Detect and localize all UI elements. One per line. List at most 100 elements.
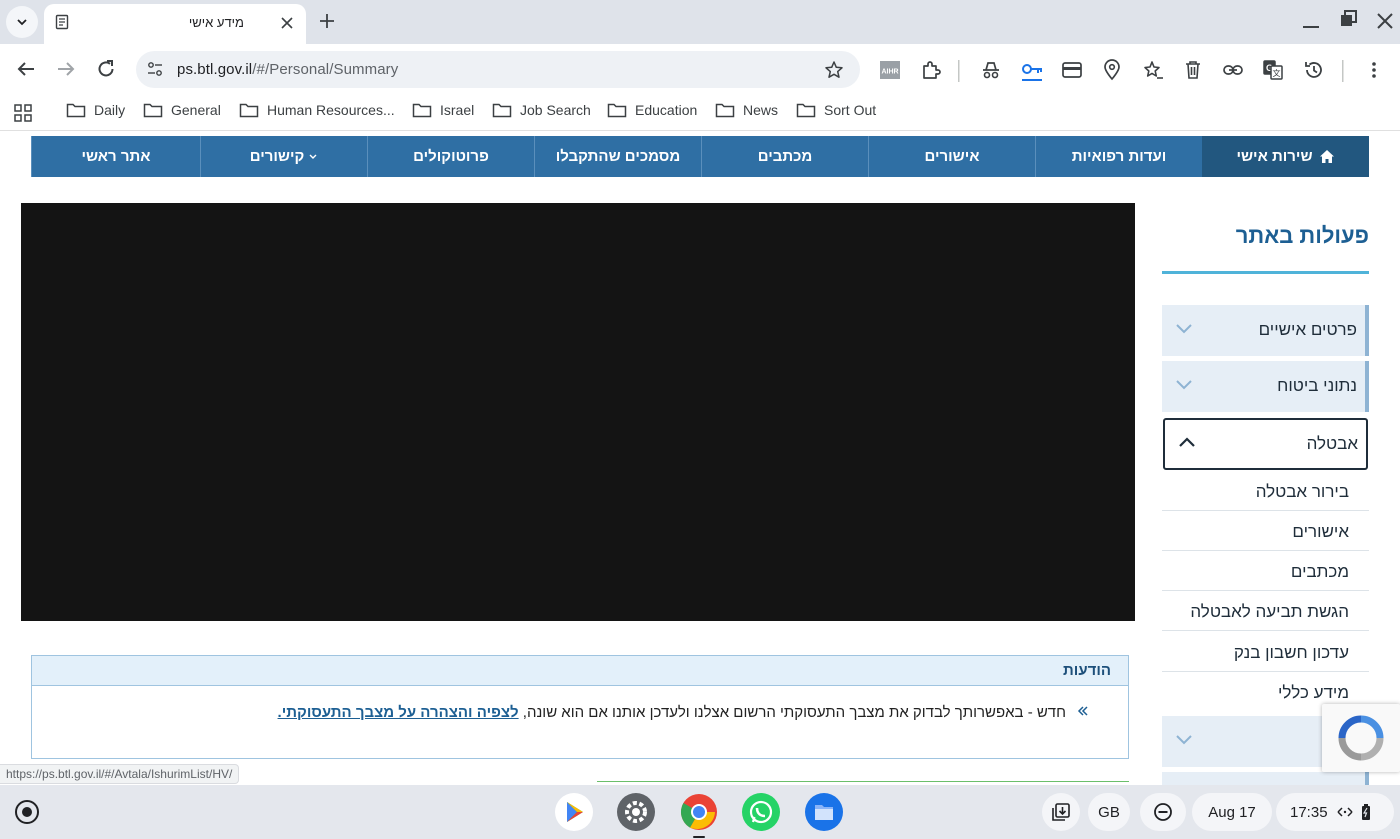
recaptcha-badge[interactable] [1322,704,1400,772]
chrome-icon[interactable] [680,793,718,838]
chevron-up-icon [1177,435,1197,454]
nav-received-documents[interactable]: מסמכים שהתקבלו [534,136,701,177]
settings-icon[interactable] [617,793,655,831]
bookmark-label: General [171,102,221,118]
toolbar-divider [958,60,960,87]
bookmark-folder[interactable]: News [715,102,778,118]
browser-tab[interactable]: מידע אישי [44,4,306,44]
whatsapp-icon[interactable] [742,793,780,831]
sidebar-section-insurance-data[interactable]: נתוני ביטוח [1162,361,1369,412]
card-icon[interactable] [1061,59,1083,86]
nav-label: פרוטוקולים [413,148,489,165]
site-settings-icon[interactable] [146,60,164,83]
minimize-icon[interactable] [1300,10,1322,37]
nav-main-site[interactable]: אתר ראשי [31,136,200,177]
sidebar-subitem[interactable]: עדכון חשבון בנק [1162,632,1369,672]
aihr-icon[interactable]: AIHR [880,61,900,84]
subitem-label: מידע כללי [1278,683,1349,702]
keyboard-layout-button[interactable]: GB [1088,793,1130,831]
folder-icon [239,103,259,118]
address-bar[interactable]: ps.btl.gov.il/#/Personal/Summary [136,51,860,88]
subitem-label: בירור אבטלה [1255,482,1349,501]
bookmark-folder[interactable]: Israel [412,102,474,118]
nav-medical-committees[interactable]: ועדות רפואיות [1035,136,1202,177]
forward-arrow-icon[interactable] [54,57,78,86]
key-icon[interactable] [1020,59,1044,86]
bookmark-folder[interactable]: Human Resources... [239,102,395,118]
sidebar-subitem[interactable]: אישורים [1162,511,1369,551]
nav-protocols[interactable]: פרוטוקולים [367,136,534,177]
network-icon [1337,807,1353,817]
section-label: אבטלה [1306,434,1358,453]
home-icon [1319,150,1334,163]
apps-grid-icon[interactable] [13,103,33,128]
history-icon[interactable] [1303,59,1325,86]
os-shelf: GB Aug 17 17:35 [0,785,1400,839]
incognito-icon[interactable] [980,59,1002,86]
toolbar-divider [1342,60,1344,87]
bookmark-label: News [743,102,779,118]
trash-icon[interactable] [1183,59,1203,86]
chevron-down-icon [1174,321,1194,340]
nav-approvals[interactable]: אישורים [868,136,1035,177]
sidebar-subitem[interactable]: הגשת תביעה לאבטלה [1162,591,1369,631]
subitem-label: אישורים [1292,522,1349,541]
restore-icon[interactable] [1338,8,1360,35]
do-not-disturb-icon[interactable] [1140,793,1186,831]
close-window-icon[interactable] [1374,10,1396,37]
running-indicator [693,836,705,838]
status-tray[interactable]: 17:35 [1276,793,1394,831]
files-icon[interactable] [805,793,843,831]
folder-icon [607,103,627,118]
close-tab-icon[interactable] [278,14,296,37]
nav-personal-service[interactable]: שירות אישי [1202,136,1369,177]
section-label: פרטים אישיים [1258,320,1357,339]
location-pin-icon[interactable] [1102,59,1122,86]
tab-search-button[interactable] [6,6,38,38]
bookmarks-bar: Daily General Human Resources... Israel … [0,94,1400,130]
launcher-icon[interactable] [15,800,39,824]
star-list-icon[interactable] [1142,59,1164,86]
battery-icon [1361,804,1370,820]
reload-icon[interactable] [94,57,118,86]
date-button[interactable]: Aug 17 [1192,793,1272,831]
nav-label: אתר ראשי [81,148,151,165]
notices-header: הודעות [32,656,1128,686]
translate-icon[interactable]: G文 [1262,59,1284,86]
employment-status-link[interactable]: לצפיה והצהרה על מצבך התעסוקתי. [278,704,519,721]
sidebar-section-unemployment[interactable]: אבטלה [1163,418,1368,470]
sidebar-subitem[interactable]: מכתבים [1162,551,1369,591]
section-label: נתוני ביטוח [1277,376,1357,395]
link-icon[interactable] [1222,59,1244,86]
nav-label: מסמכים שהתקבלו [555,148,681,165]
back-arrow-icon[interactable] [14,57,38,86]
video-player[interactable] [21,203,1135,621]
bookmark-folder[interactable]: Daily [66,102,125,118]
bookmark-star-icon[interactable] [824,60,844,85]
bookmark-folder[interactable]: Job Search [492,102,591,118]
nav-letters[interactable]: מכתבים [701,136,868,177]
play-store-icon[interactable] [555,793,593,831]
bookmark-folder[interactable]: General [143,102,221,118]
recaptcha-icon [1338,715,1384,761]
new-tab-icon[interactable] [316,10,338,37]
sidebar-section-collapsed[interactable] [1162,772,1369,785]
chevron-down-icon [17,19,27,26]
double-chevron-icon [1076,702,1088,723]
nav-label: מכתבים [757,148,813,165]
screen-capture-icon[interactable] [1042,793,1080,831]
sidebar-subitem[interactable]: בירור אבטלה [1162,471,1369,511]
divider [1162,271,1369,274]
bookmark-label: Israel [440,102,475,118]
menu-dots-icon[interactable] [1364,59,1384,86]
sidebar-section-personal-details[interactable]: פרטים אישיים [1162,305,1369,356]
nav-links-dropdown[interactable]: קישורים [200,136,367,177]
bookmark-folder[interactable]: Sort Out [796,102,876,118]
tab-title: מידע אישי [188,15,244,30]
bookmark-folder[interactable]: Education [607,102,697,118]
bookmark-label: Daily [94,102,126,118]
notice-text: חדש - באפשרותך לבדוק את מצבך התעסוקתי הר… [278,704,1066,721]
folder-icon [492,103,512,118]
url-path: /#/Personal/Summary [252,61,399,78]
puzzle-icon[interactable] [920,59,942,86]
